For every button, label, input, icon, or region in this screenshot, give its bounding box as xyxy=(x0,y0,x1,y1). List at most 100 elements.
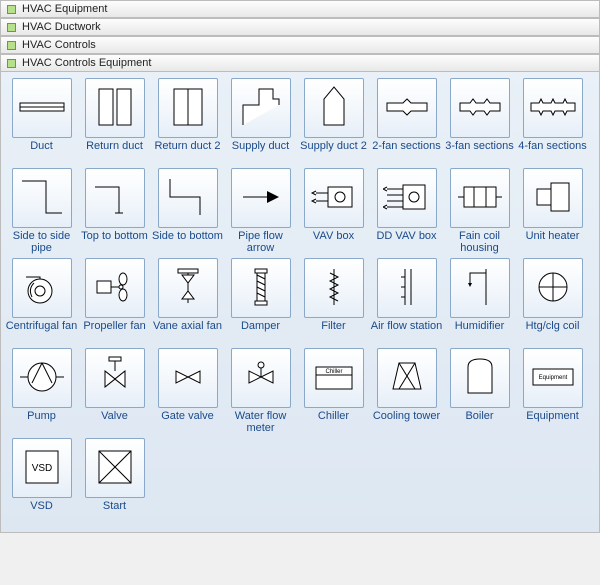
shape-thumb[interactable] xyxy=(450,348,510,408)
shape-supply-duct-2[interactable]: Supply duct 2 xyxy=(297,78,370,164)
shape-thumb[interactable] xyxy=(377,258,437,318)
shape-centrifugal-fan[interactable]: Centrifugal fan xyxy=(5,258,78,344)
shape-thumb[interactable] xyxy=(231,348,291,408)
shape-thumb[interactable] xyxy=(85,168,145,228)
htg-clg-coil-icon xyxy=(529,263,577,314)
expand-icon xyxy=(7,23,16,32)
shape-supply-duct[interactable]: Supply duct xyxy=(224,78,297,164)
2-fan-sections-icon xyxy=(383,83,431,134)
shape-thumb[interactable] xyxy=(523,168,583,228)
chiller-icon: Chiller xyxy=(310,353,358,404)
shape-thumb[interactable]: Chiller xyxy=(304,348,364,408)
shape-thumb[interactable] xyxy=(304,78,364,138)
shape-thumb[interactable] xyxy=(450,168,510,228)
category-hvac-equipment[interactable]: HVAC Equipment xyxy=(0,0,600,18)
shape-label: Supply duct xyxy=(224,140,297,164)
shape-water-flow-meter[interactable]: Water flow meter xyxy=(224,348,297,434)
shape-chiller[interactable]: Chiller Chiller xyxy=(297,348,370,434)
shape-thumb[interactable]: VSD xyxy=(12,438,72,498)
shape-propeller-fan[interactable]: Propeller fan xyxy=(78,258,151,344)
shape-thumb[interactable] xyxy=(158,78,218,138)
shape-thumb[interactable] xyxy=(85,78,145,138)
shape-label: 3-fan sections xyxy=(443,140,516,164)
shape-thumb[interactable] xyxy=(85,348,145,408)
expand-icon xyxy=(7,59,16,68)
damper-icon xyxy=(237,263,285,314)
shape-cooling-tower[interactable]: Cooling tower xyxy=(370,348,443,434)
boiler-icon xyxy=(456,353,504,404)
shape-panel: Duct Return duct Return duct 2 Supply du… xyxy=(0,72,600,533)
category-hvac-controls[interactable]: HVAC Controls xyxy=(0,36,600,54)
shape-equipment[interactable]: Equipment Equipment xyxy=(516,348,589,434)
category-hvac-controls-equipment[interactable]: HVAC Controls Equipment xyxy=(0,54,600,72)
shape-thumb[interactable] xyxy=(231,168,291,228)
shape-4-fan-sections[interactable]: 4-fan sections xyxy=(516,78,589,164)
shape-label: Return duct 2 xyxy=(151,140,224,164)
shape-label: 2-fan sections xyxy=(370,140,443,164)
shape-label: DD VAV box xyxy=(370,230,443,254)
shape-top-to-bottom[interactable]: Top to bottom xyxy=(78,168,151,254)
shape-thumb[interactable] xyxy=(85,258,145,318)
shape-thumb[interactable] xyxy=(12,348,72,408)
shape-label: Valve xyxy=(78,410,151,434)
shape-unit-heater[interactable]: Unit heater xyxy=(516,168,589,254)
shape-side-to-bottom[interactable]: Side to bottom xyxy=(151,168,224,254)
shape-start[interactable]: Start xyxy=(78,438,151,524)
shape-thumb[interactable] xyxy=(158,258,218,318)
shape-boiler[interactable]: Boiler xyxy=(443,348,516,434)
shape-thumb[interactable] xyxy=(12,78,72,138)
shape-thumb[interactable] xyxy=(450,258,510,318)
shape-fan-coil-housing[interactable]: Fain coil housing xyxy=(443,168,516,254)
shape-label: Chiller xyxy=(297,410,370,434)
shape-thumb[interactable] xyxy=(158,348,218,408)
shape-label: Equipment xyxy=(516,410,589,434)
shape-label: Side to side pipe xyxy=(5,230,78,254)
shape-thumb[interactable] xyxy=(158,168,218,228)
shape-vsd[interactable]: VSD VSD xyxy=(5,438,78,524)
shape-dd-vav-box[interactable]: DD VAV box xyxy=(370,168,443,254)
shape-thumb[interactable] xyxy=(304,258,364,318)
shape-thumb[interactable] xyxy=(523,258,583,318)
shape-thumb[interactable] xyxy=(231,258,291,318)
4-fan-sections-icon xyxy=(529,83,577,134)
shape-vav-box[interactable]: VAV box xyxy=(297,168,370,254)
shape-side-to-side-pipe[interactable]: Side to side pipe xyxy=(5,168,78,254)
shape-valve[interactable]: Valve xyxy=(78,348,151,434)
shape-thumb[interactable] xyxy=(377,348,437,408)
shape-htg-clg-coil[interactable]: Htg/clg coil xyxy=(516,258,589,344)
shape-thumb[interactable] xyxy=(85,438,145,498)
shape-thumb[interactable] xyxy=(12,258,72,318)
shape-thumb[interactable] xyxy=(450,78,510,138)
shape-thumb[interactable] xyxy=(12,168,72,228)
shape-label: Side to bottom xyxy=(151,230,224,254)
category-hvac-ductwork[interactable]: HVAC Ductwork xyxy=(0,18,600,36)
shape-vane-axial-fan[interactable]: Vane axial fan xyxy=(151,258,224,344)
shape-2-fan-sections[interactable]: 2-fan sections xyxy=(370,78,443,164)
shape-label: Boiler xyxy=(443,410,516,434)
shape-return-duct-2[interactable]: Return duct 2 xyxy=(151,78,224,164)
shape-humidifier[interactable]: Humidifier xyxy=(443,258,516,344)
shape-thumb[interactable]: Equipment xyxy=(523,348,583,408)
shape-pipe-flow-arrow[interactable]: Pipe flow arrow xyxy=(224,168,297,254)
shape-gate-valve[interactable]: Gate valve xyxy=(151,348,224,434)
shape-3-fan-sections[interactable]: 3-fan sections xyxy=(443,78,516,164)
category-label: HVAC Controls Equipment xyxy=(22,57,151,69)
shape-duct[interactable]: Duct xyxy=(5,78,78,164)
return-duct-2-icon xyxy=(164,83,212,134)
shape-thumb[interactable] xyxy=(377,78,437,138)
shape-thumb[interactable] xyxy=(377,168,437,228)
shape-return-duct[interactable]: Return duct xyxy=(78,78,151,164)
shape-filter[interactable]: Filter xyxy=(297,258,370,344)
supply-duct-2-icon xyxy=(310,83,358,134)
vane-axial-fan-icon xyxy=(164,263,212,314)
shape-damper[interactable]: Damper xyxy=(224,258,297,344)
shape-pump[interactable]: Pump xyxy=(5,348,78,434)
valve-icon xyxy=(91,353,139,404)
cooling-tower-icon xyxy=(383,353,431,404)
shape-thumb[interactable] xyxy=(231,78,291,138)
shape-thumb[interactable] xyxy=(523,78,583,138)
shape-thumb[interactable] xyxy=(304,168,364,228)
centrifugal-fan-icon xyxy=(18,263,66,314)
shape-air-flow-station[interactable]: Air flow station xyxy=(370,258,443,344)
shape-label: Damper xyxy=(224,320,297,344)
